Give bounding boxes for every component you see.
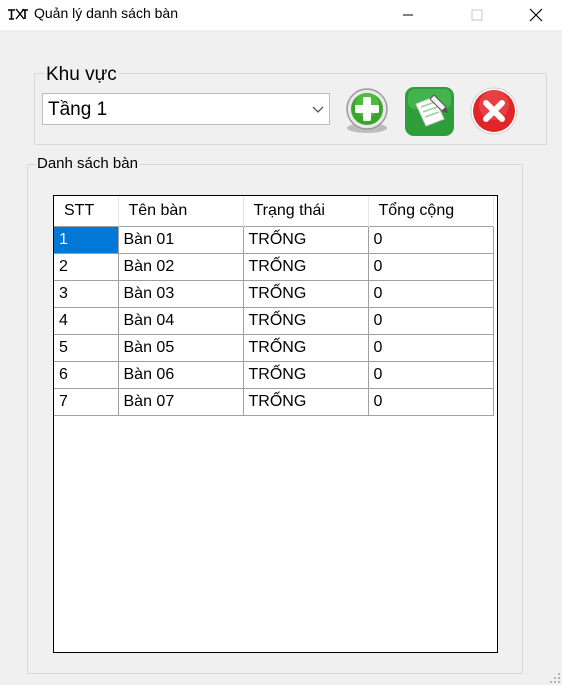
add-button[interactable] <box>341 85 393 137</box>
table-grid[interactable]: STT Tên bàn Trạng thái Tổng cộng 1 Bàn 0… <box>53 195 498 653</box>
table-row[interactable]: 1 Bàn 01 TRỐNG 0 <box>54 226 494 254</box>
cell-ten-ban[interactable]: Bàn 04 <box>117 307 244 335</box>
chevron-down-icon[interactable] <box>312 105 324 115</box>
close-window-button[interactable] <box>513 0 559 30</box>
column-header-trang-thai[interactable]: Trạng thái <box>243 196 369 227</box>
plus-circle-icon <box>346 88 388 133</box>
table-row[interactable]: 7 Bàn 07 TRỐNG 0 <box>54 388 494 416</box>
table-grid-table: STT Tên bàn Trạng thái Tổng cộng 1 Bàn 0… <box>54 196 494 416</box>
cell-tong-cong[interactable]: 0 <box>367 307 494 335</box>
cell-ten-ban[interactable]: Bàn 02 <box>117 253 244 281</box>
table-row[interactable]: 6 Bàn 06 TRỐNG 0 <box>54 361 494 389</box>
cell-stt[interactable]: 3 <box>54 280 119 308</box>
close-circle-icon <box>470 87 518 135</box>
minimize-icon <box>403 14 413 16</box>
area-selected-value: Tầng 1 <box>48 99 108 120</box>
window-title: Quản lý danh sách bàn <box>34 5 178 21</box>
table-row[interactable]: 3 Bàn 03 TRỐNG 0 <box>54 280 494 308</box>
cell-trang-thai[interactable]: TRỐNG <box>242 361 369 389</box>
cell-trang-thai[interactable]: TRỐNG <box>242 307 369 335</box>
minimize-button[interactable] <box>385 0 431 30</box>
cell-ten-ban[interactable]: Bàn 05 <box>117 334 244 362</box>
maximize-button[interactable] <box>454 0 500 30</box>
cell-trang-thai[interactable]: TRỐNG <box>242 334 369 362</box>
column-header-tong-cong[interactable]: Tổng cộng <box>368 196 494 227</box>
title-bar: Quản lý danh sách bàn <box>0 0 562 30</box>
cell-ten-ban[interactable]: Bàn 01 <box>117 226 244 254</box>
cell-stt[interactable]: 2 <box>54 253 119 281</box>
table-row[interactable]: 4 Bàn 04 TRỐNG 0 <box>54 307 494 335</box>
cell-ten-ban[interactable]: Bàn 06 <box>117 361 244 389</box>
cell-tong-cong[interactable]: 0 <box>367 226 494 254</box>
cell-stt[interactable]: 7 <box>54 388 119 416</box>
table-row[interactable]: 2 Bàn 02 TRỐNG 0 <box>54 253 494 281</box>
cell-stt[interactable]: 4 <box>54 307 119 335</box>
table-row[interactable]: 5 Bàn 05 TRỐNG 0 <box>54 334 494 362</box>
cell-ten-ban[interactable]: Bàn 07 <box>117 388 244 416</box>
cell-tong-cong[interactable]: 0 <box>367 361 494 389</box>
cell-trang-thai[interactable]: TRỐNG <box>242 253 369 281</box>
resize-grip-icon[interactable] <box>549 672 561 684</box>
column-header-stt[interactable]: STT <box>54 196 119 227</box>
table-header-row: STT Tên bàn Trạng thái Tổng cộng <box>54 196 494 227</box>
edit-note-icon <box>405 87 454 136</box>
cell-trang-thai[interactable]: TRỐNG <box>242 388 369 416</box>
cell-tong-cong[interactable]: 0 <box>367 334 494 362</box>
cell-tong-cong[interactable]: 0 <box>367 388 494 416</box>
close-icon <box>529 8 543 22</box>
area-combobox[interactable]: Tầng 1 <box>42 93 330 125</box>
cell-stt[interactable]: 6 <box>54 361 119 389</box>
column-header-ten-ban[interactable]: Tên bàn <box>118 196 244 227</box>
cell-tong-cong[interactable]: 0 <box>367 280 494 308</box>
edit-button[interactable] <box>404 85 456 137</box>
app-table-icon <box>8 8 28 20</box>
cell-trang-thai[interactable]: TRỐNG <box>242 226 369 254</box>
cell-tong-cong[interactable]: 0 <box>367 253 494 281</box>
cell-ten-ban[interactable]: Bàn 03 <box>117 280 244 308</box>
area-label: Khu vực <box>44 64 119 86</box>
delete-button[interactable] <box>466 85 518 137</box>
cell-trang-thai[interactable]: TRỐNG <box>242 280 369 308</box>
cell-stt[interactable]: 5 <box>54 334 119 362</box>
table-list-label: Danh sách bàn <box>35 155 140 172</box>
maximize-icon <box>471 9 483 21</box>
cell-stt[interactable]: 1 <box>54 226 119 254</box>
